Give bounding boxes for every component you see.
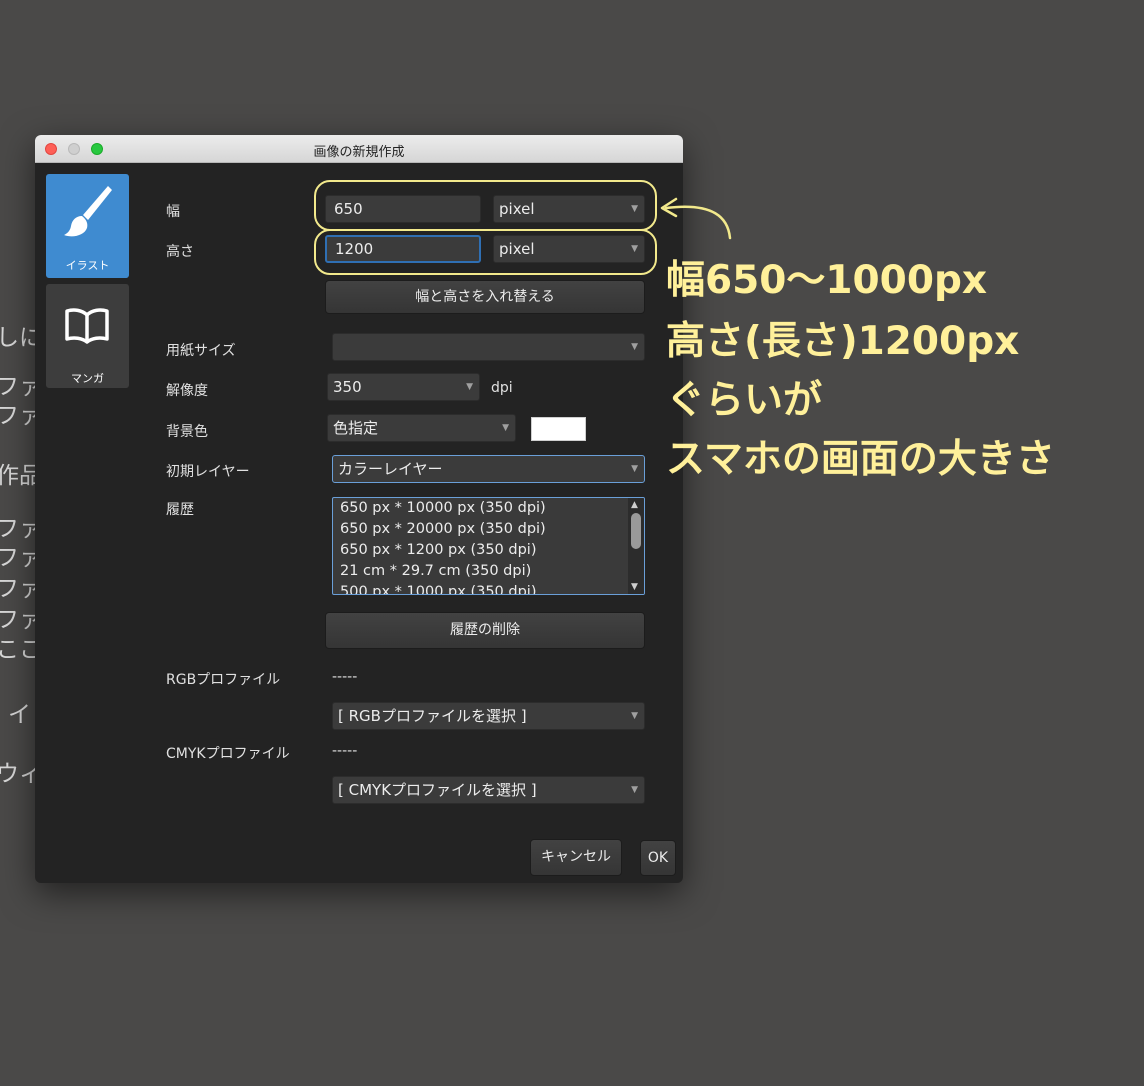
- resolution-value: 350: [333, 378, 362, 396]
- history-list[interactable]: 650 px * 10000 px (350 dpi) 650 px * 200…: [332, 497, 645, 595]
- background-color-select[interactable]: 色指定 ▼: [327, 414, 516, 442]
- swap-width-height-button[interactable]: 幅と高さを入れ替える: [325, 280, 645, 314]
- cmyk-profile-value: -----: [332, 743, 358, 759]
- list-item[interactable]: 500 px * 1000 px (350 dpi): [333, 582, 644, 594]
- ok-button[interactable]: OK: [640, 840, 676, 876]
- height-label: 高さ: [166, 244, 194, 260]
- annotation-arrow-icon: [660, 197, 732, 240]
- scroll-down-arrow-icon[interactable]: ▼: [631, 582, 638, 592]
- rgb-profile-select[interactable]: [ RGBプロファイルを選択 ] ▼: [332, 702, 645, 730]
- history-label: 履歴: [166, 502, 194, 518]
- width-label: 幅: [166, 204, 180, 220]
- chevron-down-icon: ▼: [631, 464, 638, 474]
- chevron-down-icon: ▼: [502, 423, 509, 433]
- width-row-highlight: [314, 180, 657, 231]
- rgb-profile-label: RGBプロファイル: [166, 672, 281, 688]
- rgb-profile-select-value: [ RGBプロファイルを選択 ]: [338, 707, 527, 725]
- scroll-up-arrow-icon[interactable]: ▲: [631, 500, 638, 510]
- list-item[interactable]: 21 cm * 29.7 cm (350 dpi): [333, 561, 644, 582]
- background-text: イ: [8, 702, 31, 728]
- list-item[interactable]: 650 px * 20000 px (350 dpi): [333, 519, 644, 540]
- background-color-value: 色指定: [333, 419, 379, 437]
- history-scrollbar[interactable]: ▲ ▼: [628, 498, 644, 594]
- list-item[interactable]: 650 px * 1200 px (350 dpi): [333, 540, 644, 561]
- mode-manga-label: マンガ: [71, 372, 104, 385]
- brush-icon: [64, 186, 112, 237]
- window-title: 画像の新規作成: [313, 145, 405, 160]
- background-color-swatch[interactable]: [531, 417, 586, 441]
- cmyk-profile-label: CMYKプロファイル: [166, 746, 290, 762]
- scrollbar-thumb[interactable]: [631, 513, 641, 549]
- title-bar: 画像の新規作成: [35, 135, 683, 163]
- paper-size-select[interactable]: ▼: [332, 333, 645, 361]
- annotation-line: 高さ(長さ)1200px: [666, 319, 1020, 364]
- cancel-button[interactable]: キャンセル: [530, 839, 622, 876]
- background-color-label: 背景色: [166, 424, 208, 440]
- cmyk-profile-select[interactable]: [ CMYKプロファイルを選択 ] ▼: [332, 776, 645, 804]
- open-book-icon: [65, 308, 109, 344]
- annotation-line: 幅650〜1000px: [666, 258, 988, 303]
- mode-manga[interactable]: マンガ: [46, 284, 129, 388]
- chevron-down-icon: ▼: [631, 342, 638, 352]
- chevron-down-icon: ▼: [466, 382, 473, 392]
- initial-layer-value: カラーレイヤー: [338, 460, 443, 478]
- rgb-profile-value: -----: [332, 669, 358, 685]
- cmyk-profile-select-value: [ CMYKプロファイルを選択 ]: [338, 781, 537, 799]
- resolution-label: 解像度: [166, 383, 208, 399]
- initial-layer-label: 初期レイヤー: [166, 464, 250, 480]
- annotation-line: ぐらいが: [666, 378, 823, 423]
- annotation-line: スマホの画面の大きさ: [666, 437, 1055, 482]
- paper-size-label: 用紙サイズ: [166, 343, 236, 359]
- mode-illustration-label: イラスト: [65, 259, 110, 272]
- delete-history-button[interactable]: 履歴の削除: [325, 612, 645, 649]
- chevron-down-icon: ▼: [631, 711, 638, 721]
- height-row-highlight: [314, 229, 657, 275]
- initial-layer-select[interactable]: カラーレイヤー ▼: [332, 455, 645, 483]
- list-item[interactable]: 650 px * 10000 px (350 dpi): [333, 498, 644, 519]
- mode-illustration[interactable]: イラスト: [46, 174, 129, 278]
- resolution-select[interactable]: 350 ▼: [327, 373, 480, 401]
- resolution-unit: dpi: [491, 380, 513, 396]
- chevron-down-icon: ▼: [631, 785, 638, 795]
